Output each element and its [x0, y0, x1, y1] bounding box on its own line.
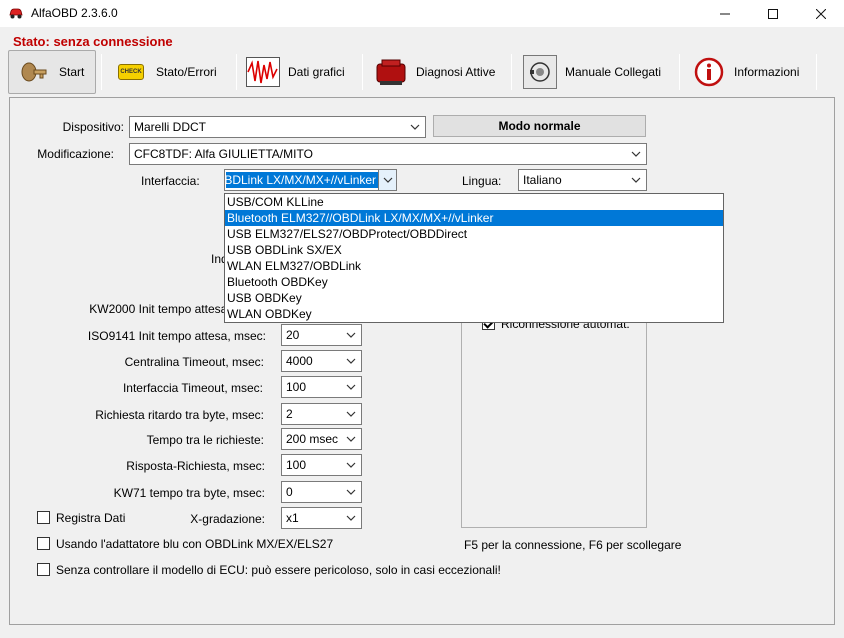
lingua-value: Italiano [523, 173, 562, 187]
centralina-select[interactable]: 4000 [281, 350, 362, 372]
xgrad-select[interactable]: x1 [281, 507, 362, 529]
usando-adattatore-label: Usando l'adattatore blu con OBDLink MX/E… [56, 537, 334, 551]
interfaccia-dropdown-list: USB/COM KLLine Bluetooth ELM327//OBDLink… [224, 193, 724, 323]
graph-icon [246, 55, 280, 89]
risposta-label: Risposta-Richiesta, msec: [126, 459, 265, 473]
manuale-collegati-label: Manuale Collegati [565, 65, 662, 79]
diagnosi-attive-button[interactable]: Diagnosi Attive [374, 50, 504, 94]
dispositivo-label: Dispositivo: [62, 120, 124, 134]
kw71-label: KW71 tempo tra byte, msec: [113, 486, 265, 500]
ritardo-value: 2 [286, 407, 293, 421]
modificazione-select[interactable]: CFC8TDF: Alfa GIULIETTA/MITO [129, 143, 647, 165]
lingua-label: Lingua: [462, 174, 502, 188]
interfaccia-timeout-value: 100 [286, 380, 307, 394]
key-icon [17, 55, 51, 89]
window-title: AlfaOBD 2.3.6.0 [31, 6, 118, 20]
hint-text: F5 per la connessione, F6 per scollegare [464, 538, 682, 552]
interfaccia-dropdown-button[interactable] [378, 170, 396, 190]
interfaccia-timeout-label: Interfaccia Timeout, msec: [122, 381, 263, 395]
lingua-select[interactable]: Italiano [518, 169, 647, 191]
dropdown-item[interactable]: USB OBDKey [225, 290, 723, 306]
app-car-icon [9, 8, 23, 19]
check-engine-icon: CHECK [114, 55, 148, 89]
dispositivo-select[interactable]: Marelli DDCT [129, 116, 426, 138]
dati-grafici-label: Dati grafici [288, 65, 345, 79]
stato-errori-label: Stato/Errori [156, 65, 217, 79]
centralina-value: 4000 [286, 354, 313, 368]
informazioni-button[interactable]: Informazioni [692, 50, 812, 94]
start-label: Start [59, 65, 85, 79]
senza-controllare-label: Senza controllare il modello di ECU: può… [56, 563, 501, 577]
minimize-button[interactable] [702, 0, 748, 27]
dropdown-item[interactable]: USB OBDLink SX/EX [225, 242, 723, 258]
chevron-down-icon [631, 151, 641, 157]
dropdown-item[interactable]: USB ELM327/ELS27/OBDProtect/OBDDirect [225, 226, 723, 242]
iso9141-label: ISO9141 Init tempo attesa, msec: [87, 329, 266, 343]
dropdown-item[interactable]: WLAN ELM327/OBDLink [225, 258, 723, 274]
iso9141-value: 20 [286, 328, 300, 342]
minimize-icon [720, 13, 730, 14]
informazioni-label: Informazioni [734, 65, 800, 79]
stato-errori-button[interactable]: CHECK Stato/Errori [114, 50, 234, 94]
chevron-down-icon [346, 462, 356, 468]
ritardo-select[interactable]: 2 [281, 403, 362, 425]
dati-grafici-button[interactable]: Dati grafici [246, 50, 358, 94]
tempo-select[interactable]: 200 msec [281, 428, 362, 450]
manuale-collegati-button[interactable]: Manuale Collegati [523, 50, 673, 94]
dropdown-item[interactable]: USB/COM KLLine [225, 194, 723, 210]
dropdown-item[interactable]: Bluetooth OBDKey [225, 274, 723, 290]
chevron-down-icon [631, 177, 641, 183]
chevron-down-icon [346, 515, 356, 521]
modificazione-label: Modificazione: [37, 147, 114, 161]
chevron-down-icon [346, 332, 356, 338]
xgrad-label: X-gradazione: [190, 512, 265, 526]
dropdown-item[interactable]: WLAN OBDKey [225, 306, 723, 322]
ritardo-label: Richiesta ritardo tra byte, msec: [95, 408, 264, 422]
connector-icon [523, 55, 557, 89]
kw71-select[interactable]: 0 [281, 481, 362, 503]
senza-controllare-checkbox[interactable] [37, 563, 50, 576]
interfaccia-timeout-select[interactable]: 100 [281, 376, 362, 398]
engine-icon [374, 55, 408, 89]
interfaccia-value: OBDLink LX/MX/MX+//vLinker [226, 172, 379, 188]
centralina-label: Centralina Timeout, msec: [124, 355, 264, 369]
registra-dati-label: Registra Dati [56, 511, 126, 525]
maximize-button[interactable] [750, 0, 796, 27]
modificazione-value: CFC8TDF: Alfa GIULIETTA/MITO [134, 147, 313, 161]
chevron-down-icon [346, 411, 356, 417]
dropdown-item-selected[interactable]: Bluetooth ELM327//OBDLink LX/MX/MX+//vLi… [225, 210, 723, 226]
interfaccia-select[interactable]: OBDLink LX/MX/MX+//vLinker [224, 169, 397, 191]
info-icon [692, 55, 726, 89]
chevron-down-icon [346, 436, 356, 442]
maximize-icon [768, 8, 778, 19]
interfaccia-label: Interfaccia: [141, 174, 200, 188]
connection-status: Stato: senza connessione [13, 34, 173, 49]
tempo-value: 200 msec [286, 432, 339, 446]
chevron-down-icon [346, 384, 356, 390]
usando-adattatore-checkbox[interactable] [37, 537, 50, 550]
close-button[interactable] [798, 0, 844, 27]
iso9141-select[interactable]: 20 [281, 324, 362, 346]
chevron-down-icon [346, 358, 356, 364]
start-button[interactable]: Start [8, 50, 96, 94]
tempo-label: Tempo tra le richieste: [146, 433, 264, 447]
check-icon-text: CHECK [118, 64, 144, 80]
diagnosi-attive-label: Diagnosi Attive [416, 65, 496, 79]
risposta-select[interactable]: 100 [281, 454, 362, 476]
registra-dati-checkbox[interactable] [37, 511, 50, 524]
chevron-down-icon [346, 489, 356, 495]
chevron-down-icon [383, 177, 392, 183]
risposta-value: 100 [286, 458, 307, 472]
xgrad-value: x1 [286, 511, 299, 525]
kw71-value: 0 [286, 485, 293, 499]
modo-normale-button[interactable]: Modo normale [433, 115, 646, 137]
title-bar: AlfaOBD 2.3.6.0 [0, 0, 844, 27]
close-icon [816, 8, 826, 19]
main-toolbar: Start CHECK Stato/Errori Dati grafici Di… [0, 50, 844, 96]
dispositivo-value: Marelli DDCT [134, 120, 206, 134]
chevron-down-icon [410, 124, 420, 130]
connection-options-group [461, 300, 647, 528]
